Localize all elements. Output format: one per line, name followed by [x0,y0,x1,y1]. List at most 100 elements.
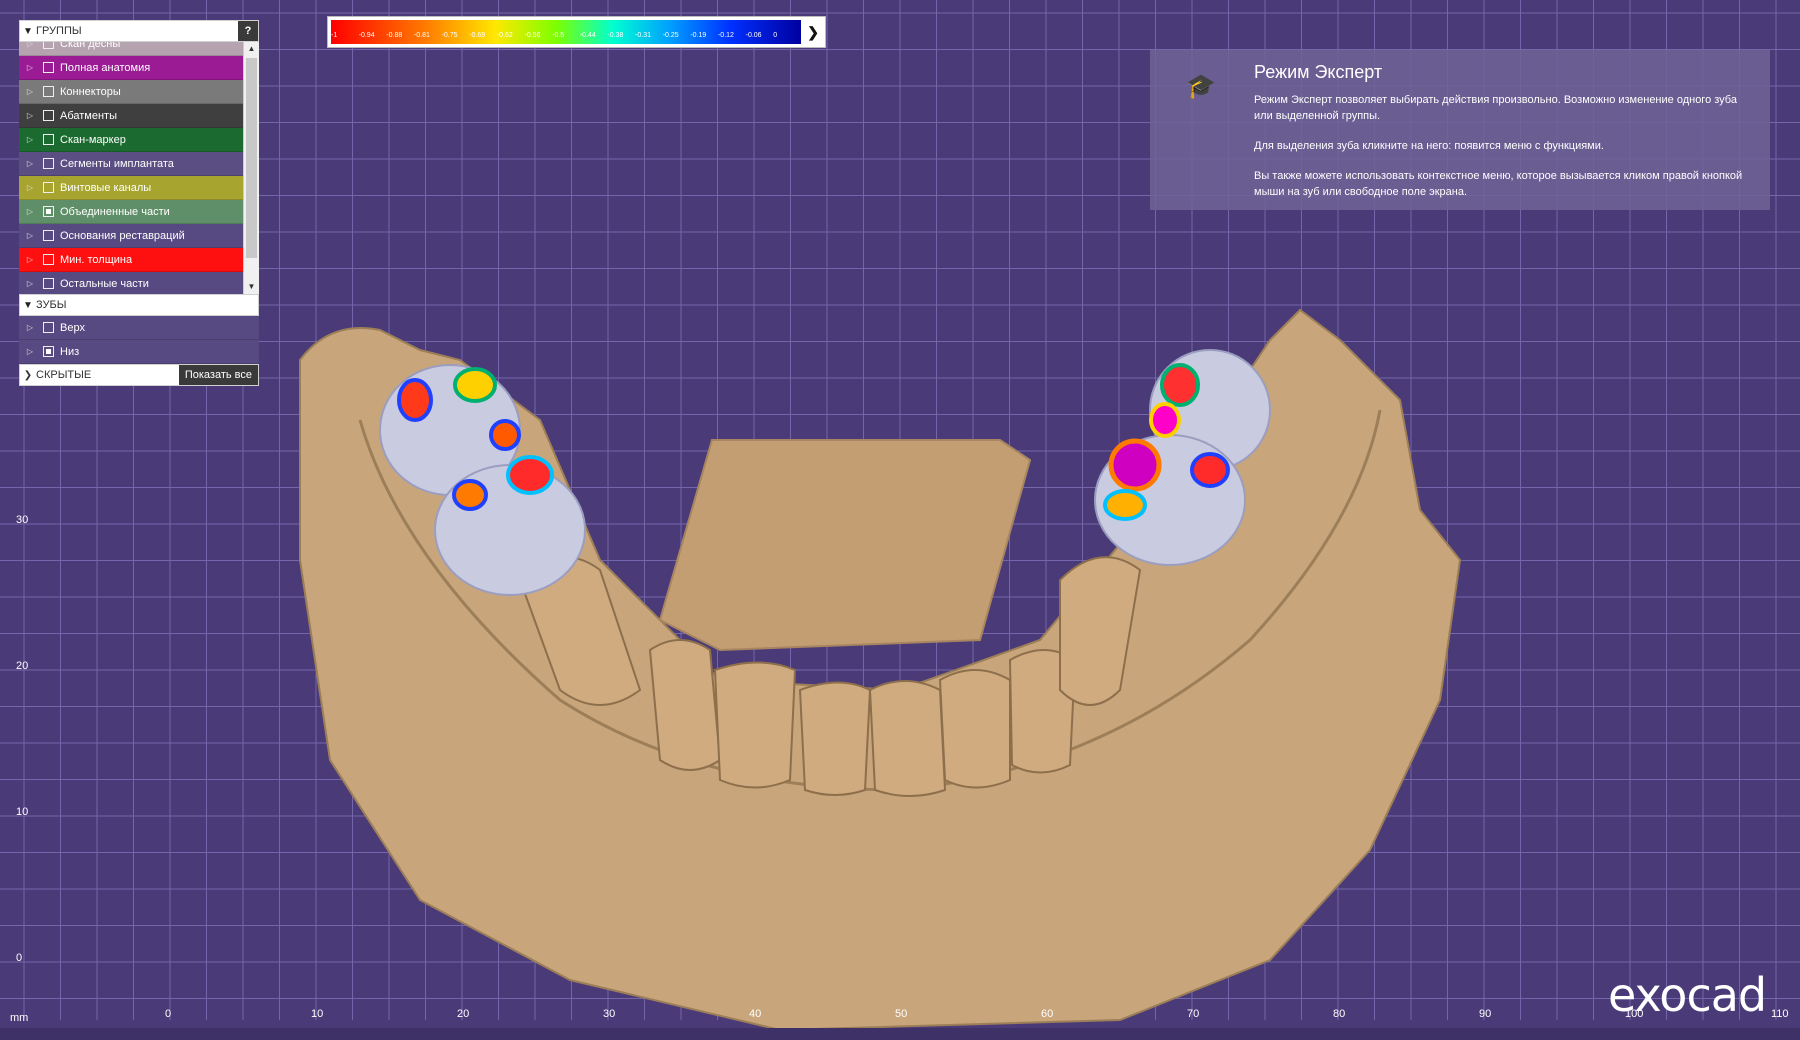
contact-spot [452,479,488,511]
group-panel: ▼ ГРУППЫ ? ▷ Скан десны ▷ Полная анатомия ▷ К… [19,20,259,386]
teeth-row[interactable]: ▷ Низ [19,340,259,364]
y-tick-label: 20 [16,660,29,672]
group-checkbox[interactable] [43,158,54,169]
group-row[interactable]: ▷ Основания реставраций [19,224,243,248]
expand-triangle-icon[interactable]: ▷ [23,183,37,192]
group-row[interactable]: ▷ Сегменты имплантата [19,152,243,176]
scale-tick-label: -0.25 [662,32,679,39]
contact-spot [453,367,497,403]
info-title: Режим Эксперт [1254,62,1383,82]
show-all-button[interactable]: Показать все [178,365,258,385]
group-row[interactable]: ▷ Винтовые каналы [19,176,243,200]
expand-triangle-icon[interactable]: ▷ [23,135,37,144]
group-label: Мин. толщина [60,253,133,266]
expand-triangle-icon[interactable]: ▷ [23,347,37,356]
expand-triangle-icon[interactable]: ▷ [23,42,37,48]
group-row[interactable]: ▷ Полная анатомия [19,56,243,80]
group-row[interactable]: ▷ Мин. толщина [19,248,243,272]
groups-scrollbar[interactable]: ▲ ▼ [243,42,259,294]
info-paragraph: Для выделения зуба кликните на него: поя… [1254,140,1604,152]
groups-header-label: ГРУППЫ [36,25,82,37]
group-label: Скан-маркер [60,133,126,146]
scale-tick-label: -0.19 [690,32,707,39]
teeth-header-label: ЗУБЫ [36,299,67,311]
tooth [648,639,722,771]
bottom-strip [0,1028,1800,1040]
expand-triangle-icon[interactable]: ▷ [23,279,37,288]
y-tick-label: 30 [16,514,29,526]
group-label: Скан десны [60,42,121,50]
group-checkbox[interactable] [43,110,54,121]
x-tick-label: 90 [1479,1008,1492,1020]
expand-triangle-icon[interactable]: ▷ [23,255,37,264]
expand-triangle-icon[interactable]: ▷ [23,111,37,120]
groups-header[interactable]: ▼ ГРУППЫ ? [19,20,259,42]
scale-tick-label: -0.44 [579,32,596,39]
x-tick-label: 0 [165,1008,172,1020]
hidden-header[interactable]: ❯ СКРЫТЫЕ Показать все [19,364,259,386]
group-label: Сегменты имплантата [60,157,174,170]
teeth-checkbox[interactable] [43,322,54,333]
palate-area [658,439,1032,652]
y-tick-label: 0 [16,952,23,964]
tooth [868,680,947,797]
group-checkbox[interactable] [43,230,54,241]
x-tick-label: 10 [311,1008,324,1020]
group-row[interactable]: ▷ Объединенные части [19,200,243,224]
group-checkbox[interactable] [43,182,54,193]
scale-tick-label: -0.5 [552,32,565,39]
scale-tick-label: -0.75 [441,32,458,39]
group-checkbox[interactable] [43,86,54,97]
group-row[interactable]: ▷ Коннекторы [19,80,243,104]
scale-tick-label: -1 [331,32,338,39]
expand-triangle-icon[interactable]: ▷ [23,323,37,332]
info-paragraph: Вы также можете использовать контекстное… [1254,170,1743,198]
group-label: Винтовые каналы [60,181,152,194]
chevron-right-icon[interactable]: ❯ [807,24,819,41]
contact-spot [1190,452,1230,488]
scroll-down-icon[interactable]: ▼ [244,280,259,294]
graduation-cap-icon: 🎓 [1186,73,1216,100]
teeth-checkbox[interactable] [43,346,54,357]
help-button[interactable]: ? [238,21,258,41]
scroll-thumb[interactable] [246,58,257,258]
tooth [938,669,1011,789]
group-row[interactable]: ▷ Остальные части [19,272,243,294]
expand-triangle-icon[interactable]: ▷ [23,231,37,240]
teeth-header[interactable]: ▼ ЗУБЫ [19,294,259,316]
scale-tick-label: -0.81 [413,32,430,39]
group-checkbox[interactable] [43,278,54,289]
group-checkbox[interactable] [43,206,54,217]
group-label: Коннекторы [60,85,121,98]
x-tick-label: 40 [749,1008,762,1020]
group-row[interactable]: ▷ Скан десны [19,42,243,56]
color-scale-ticks: -1 -0.94 -0.88 -0.81 -0.75 -0.69 -0.62 -0.56 -0.… [331,32,801,44]
expand-triangle-icon[interactable]: ▷ [23,87,37,96]
x-tick-label: 60 [1041,1008,1054,1020]
contact-spot [1149,402,1181,438]
expand-triangle-icon[interactable]: ▷ [23,159,37,168]
scale-tick-label: -0.31 [635,32,652,39]
info-body: Режим Эксперт позволяет выбирать действи… [1254,92,1754,214]
group-checkbox[interactable] [43,62,54,73]
contact-spot [1160,363,1200,407]
expand-triangle-icon[interactable]: ▷ [23,207,37,216]
chevron-right-icon: ❯ [23,369,33,381]
group-label: Полная анатомия [60,61,151,74]
group-row[interactable]: ▷ Скан-маркер [19,128,243,152]
group-checkbox[interactable] [43,134,54,145]
scale-tick-label: -0.94 [358,32,375,39]
group-row[interactable]: ▷ Абатменты [19,104,243,128]
axis-unit: mm [10,1012,29,1024]
contact-spot [489,419,521,451]
contact-spot [397,378,433,422]
group-checkbox[interactable] [43,254,54,265]
group-checkbox[interactable] [43,42,54,49]
expand-triangle-icon[interactable]: ▷ [23,63,37,72]
scale-tick-label: 0 [773,32,778,39]
teeth-row[interactable]: ▷ Верх [19,316,259,340]
group-label: Объединенные части [60,205,170,218]
teeth-label: Низ [60,345,80,358]
x-tick-label: 70 [1187,1008,1200,1020]
scroll-up-icon[interactable]: ▲ [244,42,259,56]
